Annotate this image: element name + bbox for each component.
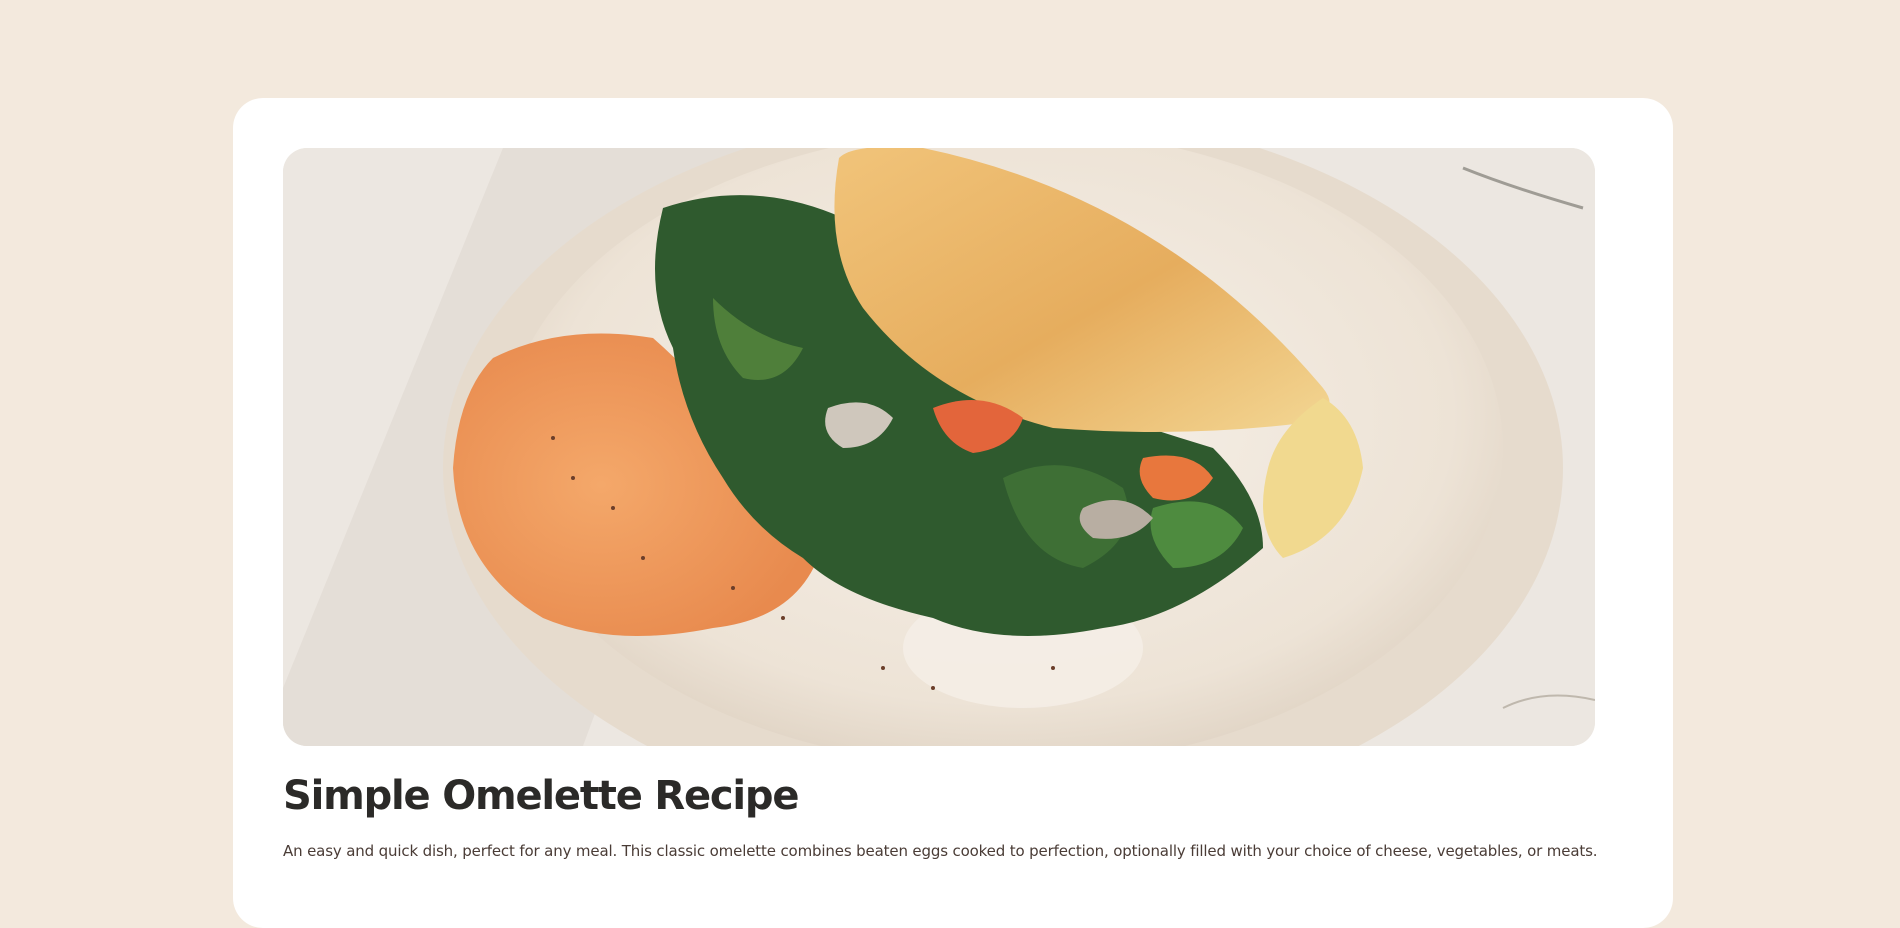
recipe-description: An easy and quick dish, perfect for any … [283, 842, 1598, 860]
recipe-title: Simple Omelette Recipe [283, 773, 799, 819]
recipe-hero-image [283, 148, 1595, 746]
recipe-card: Simple Omelette Recipe An easy and quick… [233, 98, 1673, 928]
